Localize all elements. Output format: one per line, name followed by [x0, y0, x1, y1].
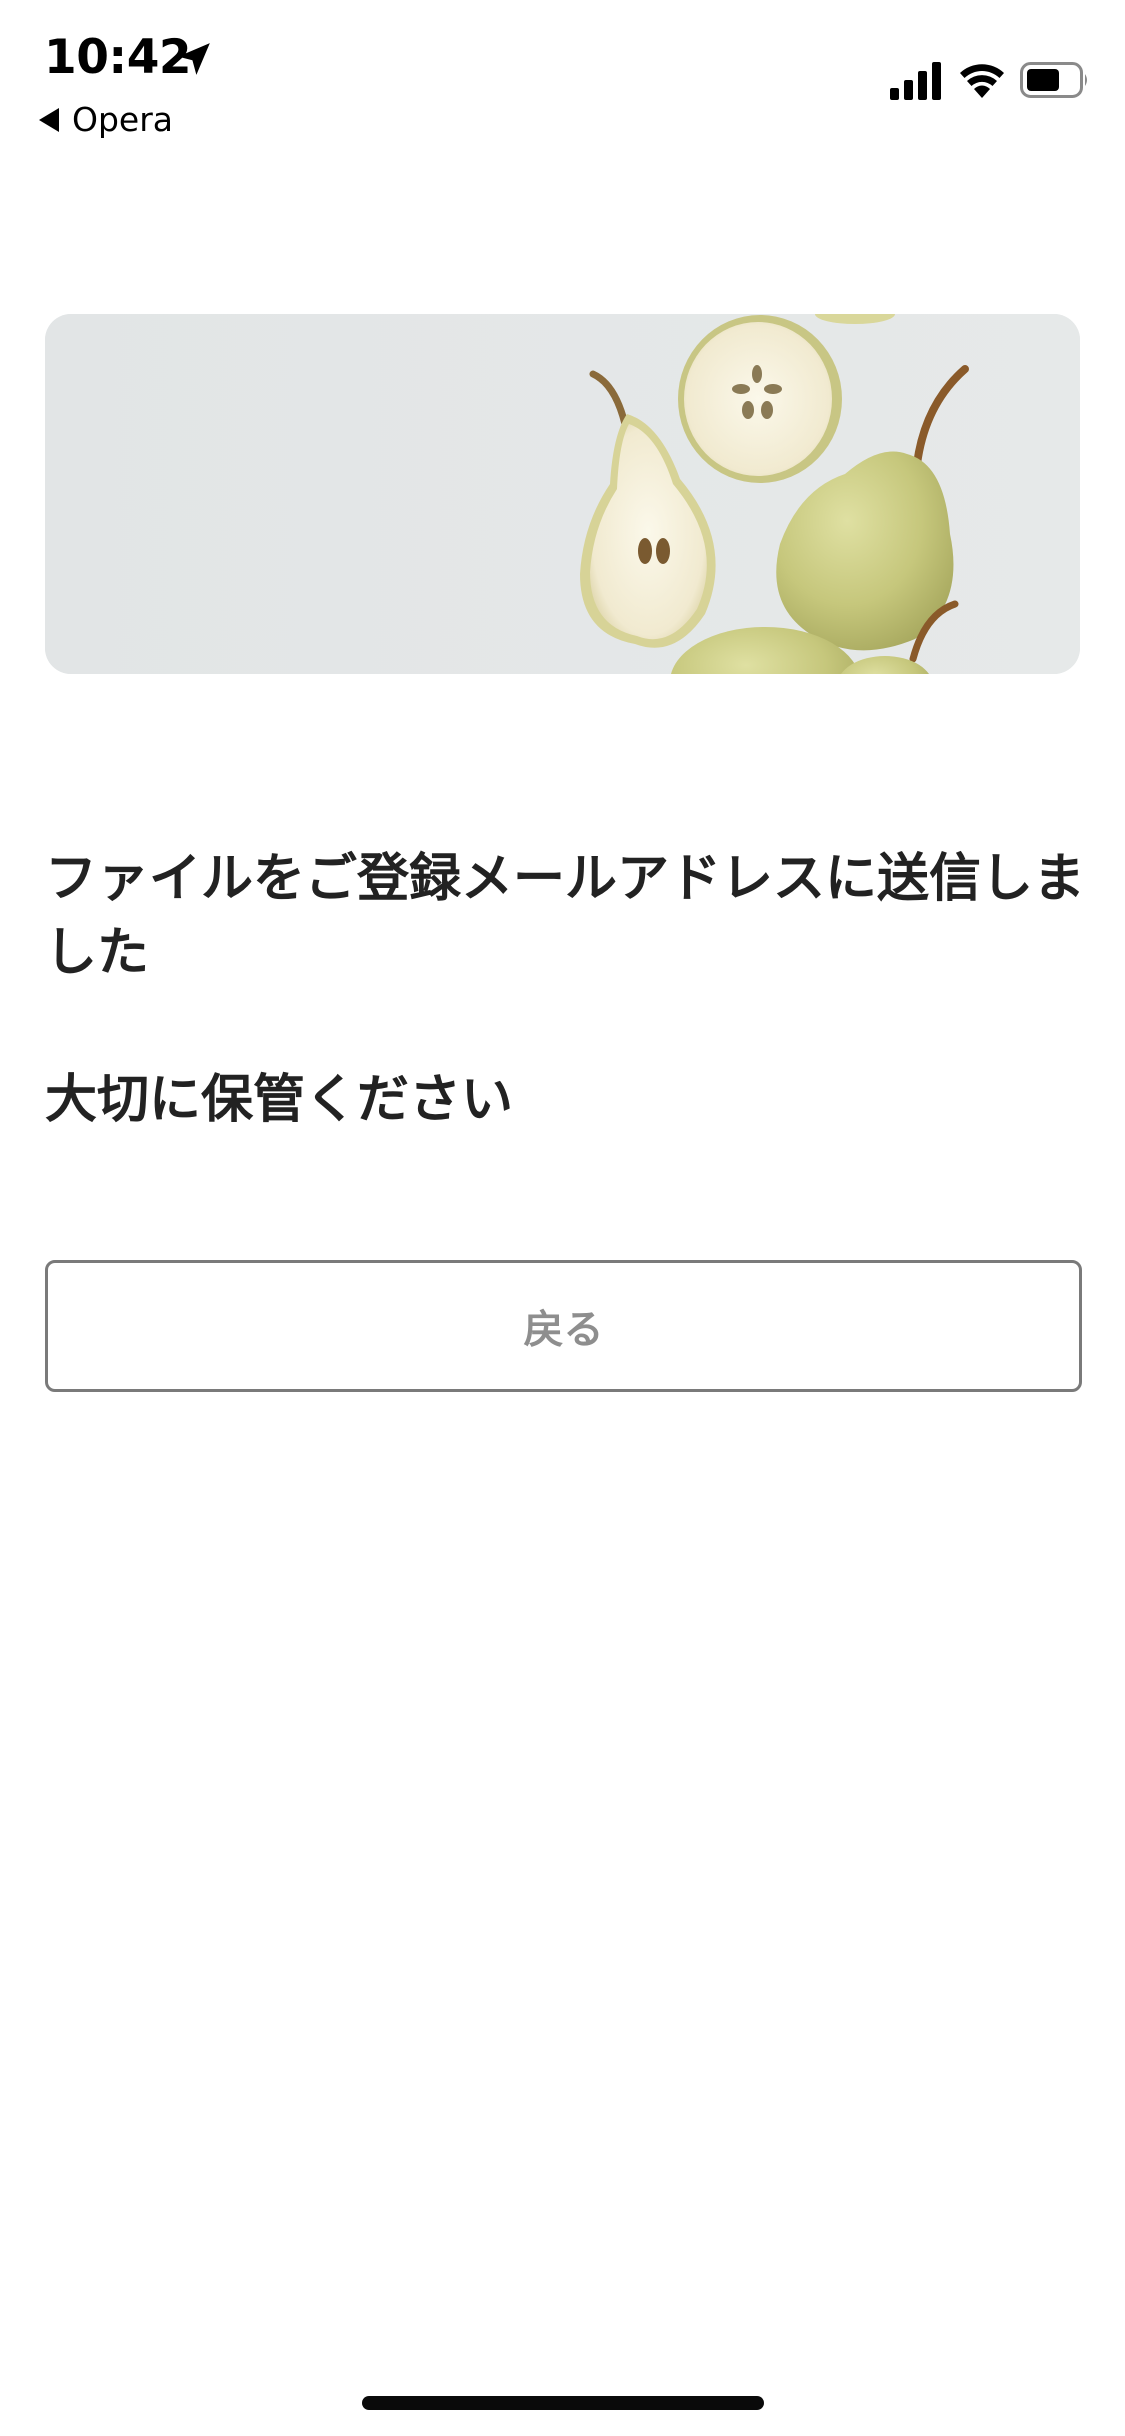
back-triangle-icon	[39, 107, 59, 132]
back-button[interactable]: 戻る	[45, 1260, 1082, 1392]
battery-icon	[1020, 62, 1087, 98]
back-button-label: 戻る	[523, 1307, 604, 1353]
home-indicator[interactable]	[362, 2396, 764, 2410]
sent-message: ファイルをご登録メールアドレスに送信しました	[45, 849, 1086, 983]
cellular-signal-icon	[890, 62, 941, 100]
hero-image	[45, 314, 1080, 674]
back-app-label: Opera	[72, 100, 174, 139]
back-to-app-link[interactable]: Opera	[38, 100, 173, 139]
pear-illustration	[45, 314, 1080, 674]
location-arrow-icon	[178, 43, 210, 75]
status-bar: 10:42 Opera	[0, 0, 1125, 150]
wifi-icon	[960, 64, 1004, 98]
status-time: 10:42	[44, 30, 192, 85]
keep-safe-message: 大切に保管ください	[45, 1070, 514, 1130]
